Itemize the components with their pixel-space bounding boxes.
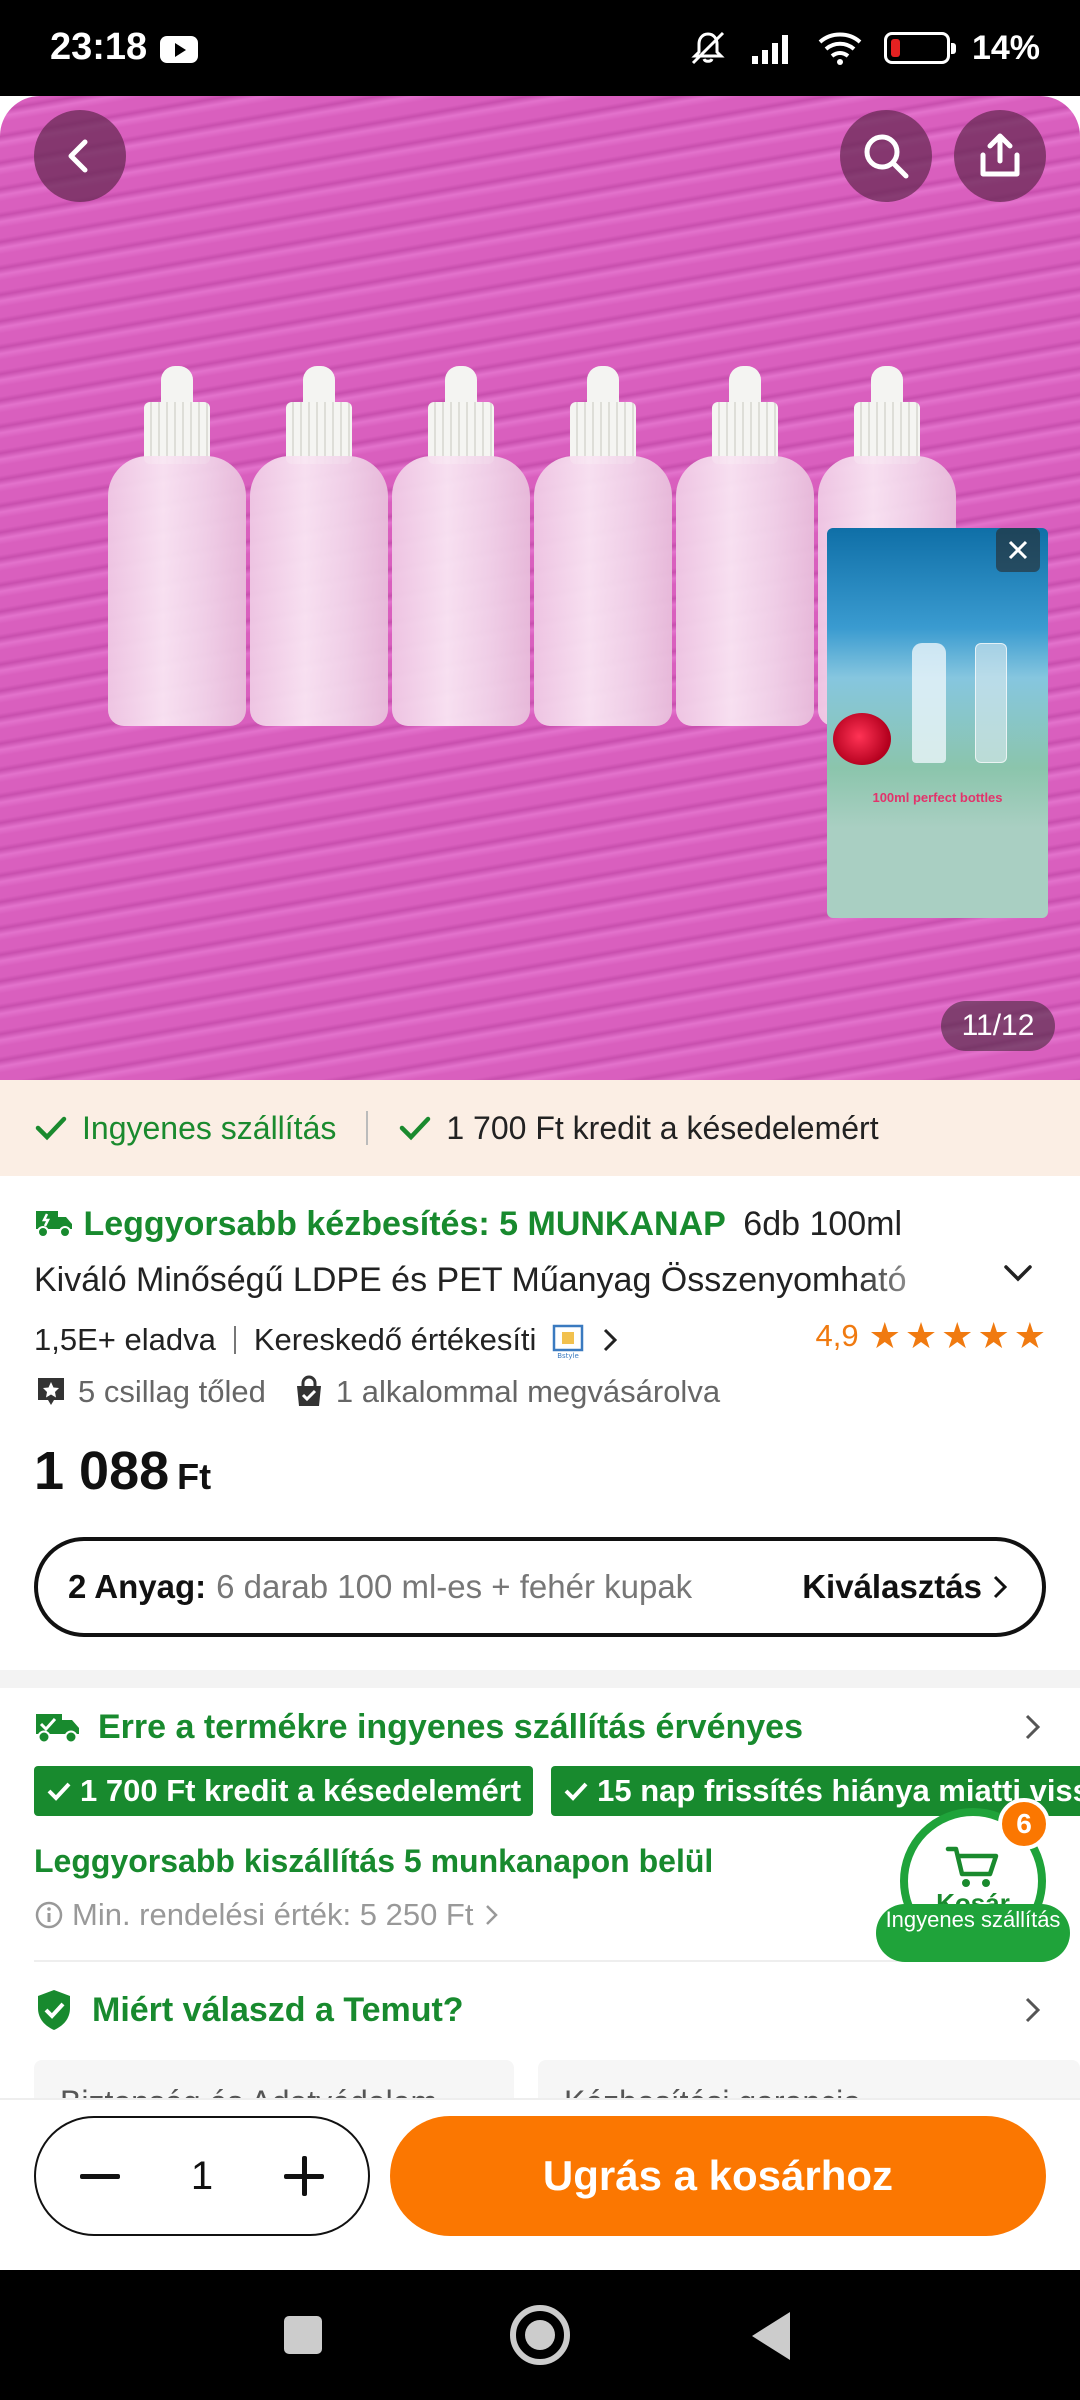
free-shipping-row[interactable]: Erre a termékre ingyenes szállítás érvén… (34, 1700, 1046, 1754)
floating-cart-button[interactable]: Kosár 6 Ingyenes szállítás (876, 1798, 1070, 1962)
info-icon (35, 1901, 63, 1929)
rating-value: 4,9 (815, 1318, 859, 1353)
fastest-delivery-label: Leggyorsabb kézbesítés: 5 MUNKANAP (83, 1205, 726, 1243)
product-image-bottle (676, 366, 814, 726)
system-nav-bar (0, 2270, 1080, 2400)
check-icon (564, 1782, 588, 1801)
quantity-value[interactable]: 1 (191, 2154, 213, 2199)
star-icon: ★ (977, 1315, 1010, 1356)
variant-value: 6 darab 100 ml-es + fehér kupak (216, 1568, 693, 1605)
star-icon: ★ (868, 1315, 901, 1356)
cart-count-badge: 6 (998, 1798, 1050, 1850)
chevron-down-icon[interactable] (1000, 1255, 1036, 1291)
product-title[interactable]: Leggyorsabb kézbesítés: 5 MUNKANAP 6db 1… (34, 1196, 1034, 1308)
chevron-left-icon (68, 139, 88, 173)
price-currency: Ft (177, 1456, 212, 1497)
free-shipping-benefit: Ingyenes szállítás (34, 1110, 336, 1147)
status-time: 23:18 (50, 26, 148, 68)
shipping-tag: 1 700 Ft kredit a késedelemért (34, 1766, 534, 1816)
video-caption: 100ml perfect bottles (872, 790, 1003, 805)
battery-icon (883, 32, 956, 64)
merchant-label[interactable]: Kereskedő értékesíti (254, 1322, 537, 1358)
sold-count: 1,5E+ eladva (34, 1322, 216, 1357)
back-button[interactable] (34, 110, 126, 202)
star-icon: ★ (1013, 1315, 1046, 1356)
battery-percent: 14% (971, 28, 1040, 67)
product-rating[interactable]: 4,9 ★ ★ ★ ★ ★ (815, 1318, 1046, 1354)
quantity-stepper: 1 (34, 2116, 370, 2236)
variant-label: 2 Anyag: (68, 1568, 207, 1605)
star-badge-icon (38, 1378, 64, 1405)
bought-badge: 1 alkalommal megvásárolva (335, 1374, 721, 1409)
select-variant-button[interactable]: Kiválasztás (802, 1568, 1012, 1606)
product-meta: 1,5E+ eladva Kereskedő értékesíti Bstyle… (34, 1318, 1046, 1362)
increase-quantity-button[interactable] (284, 2156, 324, 2196)
svg-text:Bstyle: Bstyle (558, 1352, 580, 1360)
image-page-indicator: 11/12 (941, 1001, 1055, 1051)
share-button[interactable] (954, 110, 1046, 202)
product-image-bottle (392, 366, 530, 726)
back-nav-button[interactable] (752, 2312, 790, 2360)
recents-button[interactable] (284, 2316, 322, 2354)
go-to-cart-button[interactable]: Ugrás a kosárhoz (390, 2116, 1046, 2236)
why-temu-row[interactable]: Miért válaszd a Temut? (34, 1980, 1046, 2040)
chevron-right-icon[interactable] (596, 1326, 624, 1354)
min-order-value[interactable]: Min. rendelési érték: 5 250 Ft (34, 1897, 501, 1933)
rose-image (833, 713, 891, 765)
floating-video-preview[interactable]: 100ml perfect bottles (827, 528, 1048, 918)
security-card[interactable]: Biztonság és Adatvédelem (34, 2060, 514, 2100)
status-icons: 14% (688, 28, 1040, 68)
chevron-right-icon (1025, 1714, 1041, 1740)
mute-icon (691, 31, 725, 65)
chevron-right-icon (993, 1575, 1008, 1599)
cart-icon (945, 1846, 999, 1887)
social-proof-badges: 5 csillag tőled 1 alkalommal megvásárolv… (34, 1370, 720, 1414)
search-button[interactable] (840, 110, 932, 202)
five-star-badge: 5 csillag tőled (78, 1374, 266, 1409)
delivery-truck-icon (36, 1714, 79, 1744)
close-video-button[interactable] (996, 528, 1040, 572)
delivery-truck-icon (36, 1211, 72, 1238)
merchant-logo-icon: Bstyle (553, 1324, 584, 1360)
chevron-right-icon (486, 1905, 499, 1925)
status-bar: 23:18 14% (0, 0, 1080, 96)
close-icon (1008, 540, 1028, 560)
product-image-bottle (534, 366, 672, 726)
share-icon (980, 133, 1020, 177)
home-button[interactable] (510, 2305, 570, 2365)
why-temu-cards: Biztonság és Adatvédelem Kézbesítési gar… (34, 2060, 1080, 2100)
product-image-carousel[interactable]: 100ml perfect bottles 11/12 (0, 96, 1080, 1080)
shopping-bag-icon (296, 1375, 321, 1406)
delivery-guarantee-card[interactable]: Kézbesítési garancia (538, 2060, 1080, 2100)
star-icon: ★ (904, 1315, 938, 1356)
chevron-right-icon (1025, 1997, 1041, 2023)
decrease-quantity-button[interactable] (80, 2156, 120, 2196)
late-credit-benefit: 1 700 Ft kredit a késedelemért (398, 1110, 879, 1147)
check-icon (35, 1116, 67, 1141)
title-text: 6db 100ml (743, 1205, 903, 1243)
wifi-icon (818, 32, 862, 65)
check-icon (47, 1782, 71, 1801)
title-text-line2: Kiváló Minőségű LDPE és PET Műanyag Össz… (34, 1261, 907, 1299)
signal-icon (751, 35, 788, 64)
fast-delivery-text: Leggyorsabb kiszállítás 5 munkanapon bel… (34, 1843, 714, 1879)
why-temu-title: Miért válaszd a Temut? (92, 1990, 464, 2029)
product-price: 1 088 Ft (34, 1441, 212, 1501)
free-shipping-title: Erre a termékre ingyenes szállítás érvén… (98, 1707, 803, 1746)
search-icon (864, 134, 909, 179)
bottom-action-bar: 1 Ugrás a kosárhoz (0, 2098, 1080, 2270)
star-icon: ★ (941, 1315, 974, 1356)
benefit-banner: Ingyenes szállítás 1 700 Ft kredit a kés… (0, 1080, 1080, 1176)
cart-free-shipping: Ingyenes szállítás (876, 1904, 1070, 1962)
youtube-notification-icon (160, 36, 198, 63)
variant-selector[interactable]: 2 Anyag: 6 darab 100 ml-es + fehér kupak… (34, 1537, 1046, 1637)
product-image-bottle (108, 366, 246, 726)
product-image-bottle (250, 366, 388, 726)
shield-check-icon (38, 1990, 70, 2030)
check-icon (400, 1116, 431, 1141)
